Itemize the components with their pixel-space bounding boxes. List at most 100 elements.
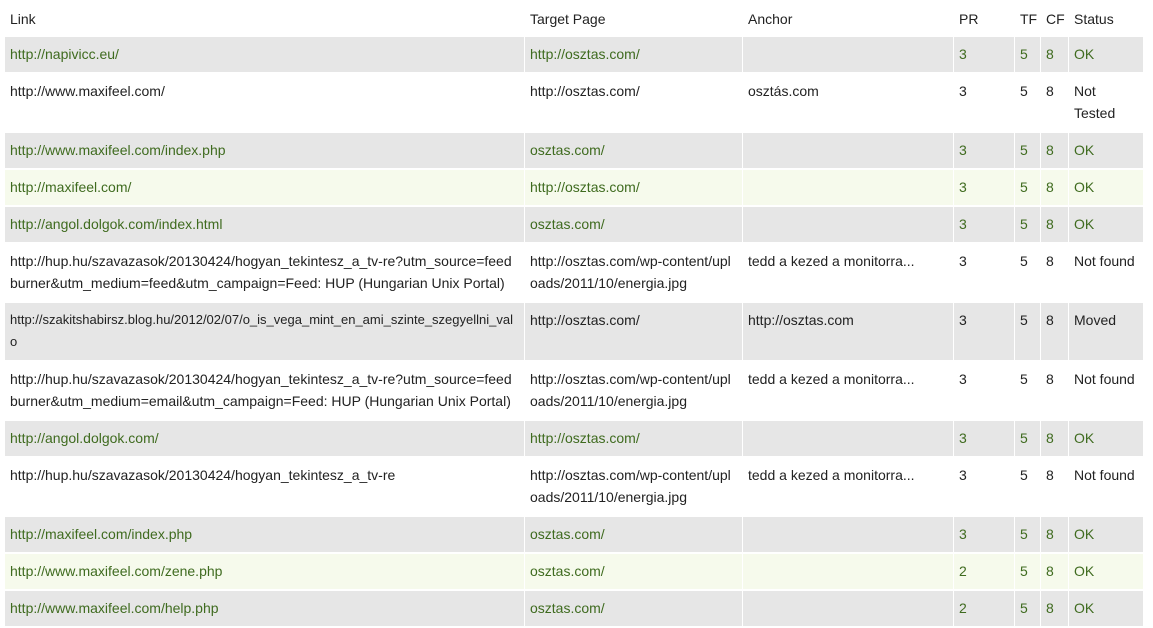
- tf-cell: 5: [1015, 362, 1041, 421]
- anchor-cell: osztás.com: [743, 74, 954, 133]
- link-cell[interactable]: http://www.maxifeel.com/zene.php: [5, 554, 525, 591]
- link-cell[interactable]: http://maxifeel.com/index.php: [5, 517, 525, 554]
- column-header-cf[interactable]: CF: [1041, 0, 1069, 37]
- tf-cell: 5: [1015, 244, 1041, 303]
- status-cell: Not Tested: [1069, 74, 1143, 133]
- tf-cell: 5: [1015, 133, 1041, 170]
- table-row: http://maxifeel.com/ http://osztas.com/ …: [5, 170, 1143, 207]
- target-page-cell[interactable]: http://osztas.com/: [525, 37, 743, 74]
- tf-cell: 5: [1015, 74, 1041, 133]
- column-header-link[interactable]: Link: [5, 0, 525, 37]
- table-row: http://napivicc.eu/ http://osztas.com/ 3…: [5, 37, 1143, 74]
- pr-cell: 3: [954, 37, 1015, 74]
- cf-cell: 8: [1041, 554, 1069, 591]
- table-row: http://maxifeel.com/index.php osztas.com…: [5, 517, 1143, 554]
- pr-cell: 3: [954, 303, 1015, 362]
- status-cell: OK: [1069, 37, 1143, 74]
- column-header-status[interactable]: Status: [1069, 0, 1143, 37]
- status-cell: OK: [1069, 207, 1143, 244]
- status-cell: Not found: [1069, 244, 1143, 303]
- status-cell: Moved: [1069, 303, 1143, 362]
- tf-cell: 5: [1015, 170, 1041, 207]
- target-page-cell[interactable]: http://osztas.com/: [525, 74, 743, 133]
- target-page-cell[interactable]: osztas.com/: [525, 517, 743, 554]
- table-row: http://hup.hu/szavazasok/20130424/hogyan…: [5, 244, 1143, 303]
- pr-cell: 2: [954, 554, 1015, 591]
- cf-cell: 8: [1041, 170, 1069, 207]
- status-cell: Not found: [1069, 362, 1143, 421]
- link-cell[interactable]: http://hup.hu/szavazasok/20130424/hogyan…: [5, 458, 525, 517]
- target-page-cell[interactable]: http://osztas.com/: [525, 303, 743, 362]
- table-row: http://hup.hu/szavazasok/20130424/hogyan…: [5, 458, 1143, 517]
- tf-cell: 5: [1015, 421, 1041, 458]
- anchor-cell: [743, 554, 954, 591]
- anchor-cell: http://osztas.com: [743, 303, 954, 362]
- status-cell: OK: [1069, 133, 1143, 170]
- tf-cell: 5: [1015, 517, 1041, 554]
- table-header-row: Link Target Page Anchor PR TF CF Status: [5, 0, 1143, 37]
- status-cell: OK: [1069, 554, 1143, 591]
- link-cell[interactable]: http://hup.hu/szavazasok/20130424/hogyan…: [5, 362, 525, 421]
- tf-cell: 5: [1015, 591, 1041, 628]
- table-row: http://www.maxifeel.com/index.php osztas…: [5, 133, 1143, 170]
- link-cell[interactable]: http://angol.dolgok.com/: [5, 421, 525, 458]
- cf-cell: 8: [1041, 458, 1069, 517]
- status-cell: OK: [1069, 170, 1143, 207]
- cf-cell: 8: [1041, 421, 1069, 458]
- pr-cell: 3: [954, 458, 1015, 517]
- status-cell: OK: [1069, 517, 1143, 554]
- link-cell[interactable]: http://www.maxifeel.com/: [5, 74, 525, 133]
- anchor-cell: tedd a kezed a monitorra...: [743, 244, 954, 303]
- target-page-cell[interactable]: osztas.com/: [525, 133, 743, 170]
- tf-cell: 5: [1015, 207, 1041, 244]
- target-page-cell[interactable]: http://osztas.com/: [525, 421, 743, 458]
- pr-cell: 3: [954, 170, 1015, 207]
- link-cell[interactable]: http://hup.hu/szavazasok/20130424/hogyan…: [5, 244, 525, 303]
- link-cell[interactable]: http://napivicc.eu/: [5, 37, 525, 74]
- pr-cell: 3: [954, 517, 1015, 554]
- cf-cell: 8: [1041, 303, 1069, 362]
- table-row: http://www.maxifeel.com/zene.php osztas.…: [5, 554, 1143, 591]
- anchor-cell: [743, 421, 954, 458]
- anchor-cell: [743, 517, 954, 554]
- table-row: http://hup.hu/szavazasok/20130424/hogyan…: [5, 362, 1143, 421]
- pr-cell: 3: [954, 133, 1015, 170]
- table-row: http://angol.dolgok.com/index.html oszta…: [5, 207, 1143, 244]
- target-page-cell[interactable]: http://osztas.com/wp-content/uploads/201…: [525, 458, 743, 517]
- target-page-cell[interactable]: http://osztas.com/wp-content/uploads/201…: [525, 362, 743, 421]
- cf-cell: 8: [1041, 244, 1069, 303]
- table-row: http://angol.dolgok.com/ http://osztas.c…: [5, 421, 1143, 458]
- cf-cell: 8: [1041, 74, 1069, 133]
- target-page-cell[interactable]: osztas.com/: [525, 207, 743, 244]
- link-cell[interactable]: http://szakitshabirsz.blog.hu/2012/02/07…: [5, 303, 525, 362]
- column-header-target-page[interactable]: Target Page: [525, 0, 743, 37]
- link-cell[interactable]: http://maxifeel.com/: [5, 170, 525, 207]
- link-cell[interactable]: http://www.maxifeel.com/help.php: [5, 591, 525, 628]
- status-cell: OK: [1069, 591, 1143, 628]
- cf-cell: 8: [1041, 207, 1069, 244]
- cf-cell: 8: [1041, 517, 1069, 554]
- tf-cell: 5: [1015, 37, 1041, 74]
- pr-cell: 3: [954, 421, 1015, 458]
- link-cell[interactable]: http://angol.dolgok.com/index.html: [5, 207, 525, 244]
- anchor-cell: [743, 591, 954, 628]
- cf-cell: 8: [1041, 591, 1069, 628]
- column-header-pr[interactable]: PR: [954, 0, 1015, 37]
- anchor-cell: tedd a kezed a monitorra...: [743, 458, 954, 517]
- target-page-cell[interactable]: http://osztas.com/wp-content/uploads/201…: [525, 244, 743, 303]
- pr-cell: 3: [954, 244, 1015, 303]
- tf-cell: 5: [1015, 554, 1041, 591]
- pr-cell: 3: [954, 74, 1015, 133]
- anchor-cell: [743, 37, 954, 74]
- cf-cell: 8: [1041, 362, 1069, 421]
- column-header-anchor[interactable]: Anchor: [743, 0, 954, 37]
- column-header-tf[interactable]: TF: [1015, 0, 1041, 37]
- anchor-cell: [743, 170, 954, 207]
- status-cell: Not found: [1069, 458, 1143, 517]
- target-page-cell[interactable]: http://osztas.com/: [525, 170, 743, 207]
- cf-cell: 8: [1041, 37, 1069, 74]
- link-cell[interactable]: http://www.maxifeel.com/index.php: [5, 133, 525, 170]
- anchor-cell: [743, 133, 954, 170]
- target-page-cell[interactable]: osztas.com/: [525, 554, 743, 591]
- target-page-cell[interactable]: osztas.com/: [525, 591, 743, 628]
